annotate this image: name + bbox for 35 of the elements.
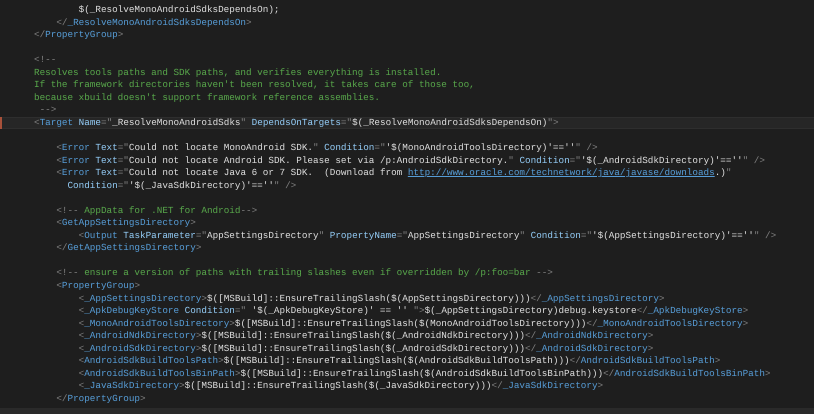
- code-link[interactable]: http://www.oracle.com/technetwork/java/javase/downloads: [408, 167, 715, 178]
- code-line: <_AppSettingsDirectory>$([MSBuild]::EnsureTrailingSlash($(AppSettingsDirectory)))</_AppSettingsDirectory>: [78, 292, 665, 304]
- code-line: <!-- ensure a version of paths with trailing slashes even if overridden by /p:foo=bar -->: [55, 267, 553, 278]
- code-token: ": [726, 167, 732, 178]
- code-line: Condition="'$(_JavaSdkDirectory)'==''" />: [66, 180, 296, 191]
- code-line: <!-- AppData for .NET for Android-->: [55, 204, 258, 216]
- code-line: </PropertyGroup>: [34, 29, 124, 40]
- code-line: <Error Text="Could not locate MonoAndroid SDK." Condition="'$(MonoAndroidToolsDirectory)'==''" />: [55, 142, 598, 154]
- code-line: <Error Text="Could not locate Android SDK. Please set via /p:AndroidSdkDirectory." Condition="'$(_AndroidSdkDirectory)'==''" />: [55, 154, 765, 166]
- code-line: </GetAppSettingsDirectory>: [55, 242, 202, 254]
- code-token: <: [55, 167, 62, 178]
- code-line: <_AndroidNdkDirectory>$([MSBuild]::EnsureTrailingSlash($(_AndroidNdkDirectory)))</_AndroidNdkDirectory>: [78, 330, 654, 342]
- code-line: <PropertyGroup>: [55, 280, 140, 292]
- code-token: Text: [94, 167, 118, 178]
- code-line: <Target Name="_ResolveMonoAndroidSdks" DependsOnTargets="$(_ResolveMonoAndroidSdksDependsOn)">: [34, 116, 559, 128]
- code-line: $(_ResolveMonoAndroidSdksDependsOn);: [78, 4, 280, 15]
- code-line: If the framework directories haven't been resolved, it takes care of those too,: [34, 79, 475, 90]
- code-token: =": [118, 167, 129, 178]
- code-line: <Output TaskParameter="AppSettingsDirectory" PropertyName="AppSettingsDirectory" Condition="'$(AppSettingsDirectory)'==''" />: [78, 230, 776, 241]
- code-line: <_AndroidSdkDirectory>$([MSBuild]::EnsureTrailingSlash($(_AndroidSdkDirectory)))</_AndroidSdkDirectory>: [78, 342, 654, 354]
- code-line: <GetAppSettingsDirectory>: [55, 217, 196, 228]
- code-line: </PropertyGroup>: [55, 392, 146, 404]
- code-line: -->: [38, 104, 56, 116]
- code-line: <AndroidSdkBuildToolsPath>$([MSBuild]::EnsureTrailingSlash($(AndroidSdkBuildToolsPath)))</AndroidSdkBuildToolsPath>: [78, 355, 720, 366]
- code-token: Error: [62, 167, 90, 178]
- code-line: Resolves tools paths and SDK paths, and verifies everything is installed.: [34, 66, 442, 78]
- code-line: </_ResolveMonoAndroidSdksDependsOn>: [55, 16, 252, 28]
- code-line: <!--: [34, 54, 56, 66]
- code-line: <_ApkDebugKeyStore Condition=" '$(_ApkDebugKeyStore)' == '' ">$(_AppSettingsDirectory)debug.keystore</_ApkDebugKeyStore>: [78, 305, 748, 316]
- code-line: <_MonoAndroidToolsDirectory>$([MSBuild]::EnsureTrailingSlash($(MonoAndroidToolsDirectory)))</_MonoAndroidToolsDirectory>: [78, 318, 748, 329]
- code-token: Could not locate Java 6 or 7 SDK. (Download from: [128, 167, 404, 178]
- code-line: because xbuild doesn't support framework reference assemblies.: [34, 92, 380, 103]
- code-line: <AndroidSdkBuildToolsBinPath>$([MSBuild]::EnsureTrailingSlash($(AndroidSdkBuildToolsBinPath)))</AndroidSdkBuildToolsBinPath>: [78, 368, 770, 379]
- code-line: <_JavaSdkDirectory>$([MSBuild]::EnsureTrailingSlash($(_JavaSdkDirectory)))</_JavaSdkDirectory>: [78, 380, 604, 392]
- code-token: .): [714, 167, 726, 178]
